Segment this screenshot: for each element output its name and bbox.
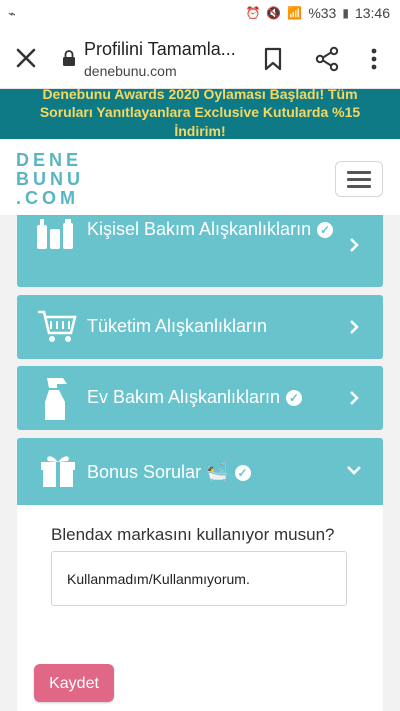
section-card-bonus[interactable]: Bonus Sorular 🛀 ✓ — [17, 438, 383, 505]
spray-bottle-icon — [45, 378, 67, 420]
site-header: DENE BUNU .COM — [0, 139, 400, 215]
answer-select[interactable]: Kullanmadım/Kullanmıyorum. — [51, 551, 347, 606]
status-icons: ⏰ 🔇 📶 %33 ▮ 13:46 — [245, 5, 390, 21]
bookmark-icon[interactable] — [262, 46, 284, 72]
mute-icon: 🔇 — [266, 6, 282, 20]
logo-line-1: DENE — [16, 150, 83, 170]
alarm-icon: ⏰ — [245, 6, 261, 20]
status-bar: ⌁ ⏰ 🔇 📶 %33 ▮ 13:46 — [0, 0, 400, 28]
wifi-icon: 📶 — [287, 6, 303, 20]
activity-icon: ⌁ — [8, 6, 16, 21]
section-card-personal-care[interactable]: Kişisel Bakım Alışkanlıkların ✓ — [17, 215, 383, 287]
chevron-right-icon — [350, 391, 359, 405]
shopping-cart-icon — [38, 310, 77, 342]
close-icon[interactable] — [12, 44, 40, 72]
banner-line-1: Denebunu Awards 2020 Oylaması Başladı! T… — [42, 89, 358, 102]
overflow-menu-icon[interactable] — [364, 46, 384, 72]
hamburger-bar — [347, 178, 371, 181]
lock-icon — [63, 50, 75, 66]
section-card-home-care[interactable]: Ev Bakım Alışkanlıkların ✓ — [17, 366, 383, 430]
check-icon: ✓ — [286, 390, 303, 407]
personal-care-icon — [37, 219, 73, 249]
section-label: Tüketim Alışkanlıkların — [87, 316, 268, 336]
section-label-text: Ev Bakım Alışkanlıkların — [87, 387, 281, 407]
banner-line-3: İndirim! — [174, 123, 226, 139]
hamburger-menu-button[interactable] — [335, 161, 383, 197]
question-label: Blendax markasını kullanıyor musun? — [51, 525, 335, 544]
check-icon: ✓ — [317, 222, 334, 239]
clock: 13:46 — [354, 5, 390, 21]
check-icon: ✓ — [234, 465, 251, 482]
section-card-consumption[interactable]: Tüketim Alışkanlıkların — [17, 295, 383, 359]
logo-line-3: .COM — [16, 188, 79, 208]
site-logo[interactable]: DENE BUNU .COM — [16, 151, 84, 208]
section-label: Bonus Sorular 🛀 ✓ — [87, 462, 251, 483]
save-button[interactable]: Kaydet — [34, 664, 114, 702]
chevron-right-icon — [350, 238, 359, 252]
page-url: denebunu.com — [84, 63, 177, 79]
battery-icon: ▮ — [342, 6, 349, 20]
browser-toolbar: Profilini Tamamla... denebunu.com — [0, 28, 400, 89]
section-label: Kişisel Bakım Alışkanlıkların ✓ — [87, 219, 334, 240]
section-label-text: Bonus Sorular — [87, 462, 202, 482]
hamburger-bar — [347, 185, 371, 188]
share-icon[interactable] — [314, 46, 340, 72]
section-label: Ev Bakım Alışkanlıkların ✓ — [87, 387, 303, 408]
bath-emoji: 🛀 — [206, 462, 229, 482]
gift-icon — [41, 456, 75, 487]
profile-sections: Kişisel Bakım Alışkanlıkların ✓ Tüketim A… — [0, 215, 400, 711]
section-label-text: Kişisel Bakım Alışkanlıkların — [87, 219, 312, 239]
page-title: Profilini Tamamla... — [84, 39, 236, 59]
chevron-down-icon — [347, 466, 361, 475]
logo-line-2: BUNU — [16, 169, 84, 189]
banner-line-2: Soruları Yanıtlayanlara Exclusive Kutula… — [39, 104, 361, 120]
chevron-right-icon — [350, 320, 359, 334]
promo-banner[interactable]: Denebunu Awards 2020 Oylaması Başladı! T… — [0, 89, 400, 139]
hamburger-bar — [347, 171, 371, 174]
battery-percent: %33 — [308, 5, 337, 21]
